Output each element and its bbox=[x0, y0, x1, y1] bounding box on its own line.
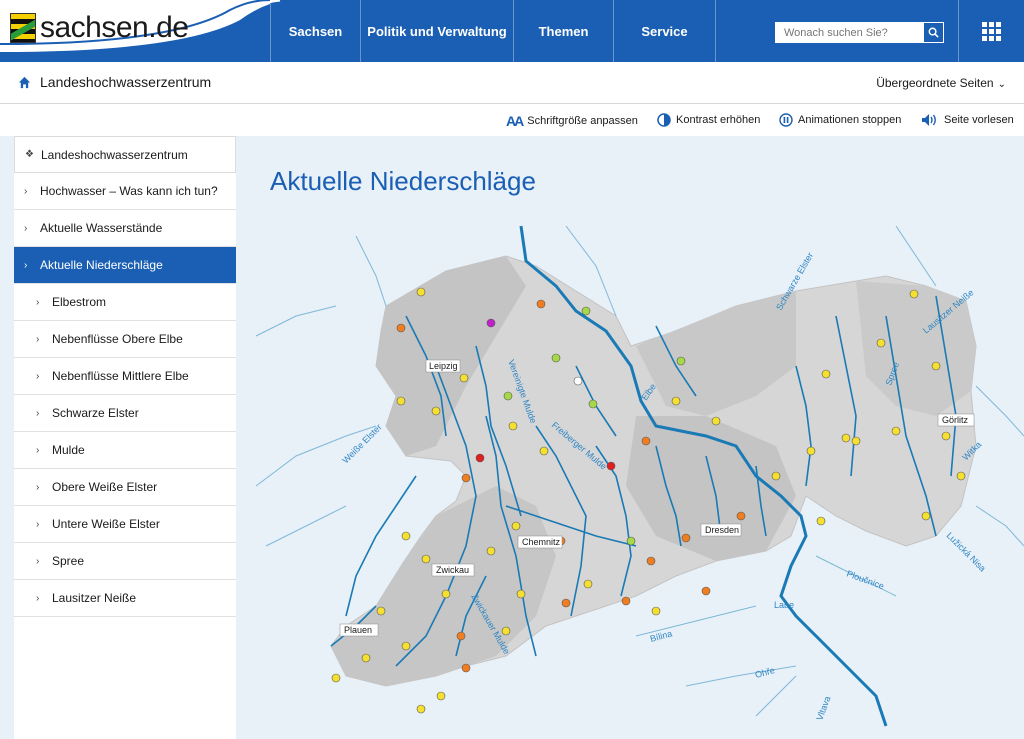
chevron-right-icon: › bbox=[36, 555, 40, 567]
search-input[interactable] bbox=[775, 22, 923, 43]
chevron-right-icon: › bbox=[24, 259, 28, 271]
sidebar-item-mulde[interactable]: › Mulde bbox=[14, 432, 236, 469]
sidebar-item-schwarze-elster[interactable]: › Schwarze Elster bbox=[14, 395, 236, 432]
top-header: sachsen.de Sachsen Politik und Verwaltun… bbox=[0, 0, 1024, 62]
river-label-ohre: Ohře bbox=[754, 665, 776, 680]
chevron-down-icon: ⌄ bbox=[997, 79, 1006, 90]
accessibility-tools: AA Schriftgröße anpassen Kontrast erhöhe… bbox=[0, 104, 1024, 136]
sidebar-item-label: Obere Weiße Elster bbox=[52, 480, 158, 494]
contrast-icon bbox=[657, 113, 671, 127]
river-label-ploucnice: Ploučnice bbox=[845, 568, 885, 591]
main-nav: Sachsen Politik und Verwaltung Themen Se… bbox=[270, 0, 716, 62]
sachsen-logo[interactable]: sachsen.de bbox=[10, 10, 189, 46]
river-label-labe: Labe bbox=[774, 600, 794, 610]
sidebar-item-spree[interactable]: › Spree bbox=[14, 543, 236, 580]
city-label-goerlitz: Görlitz bbox=[942, 415, 969, 425]
city-label-dresden: Dresden bbox=[705, 525, 739, 535]
sidebar-item-label: Elbestrom bbox=[52, 295, 107, 309]
sidebar-item-lausitzer-neisse[interactable]: › Lausitzer Neiße bbox=[14, 580, 236, 617]
city-label-zwickau: Zwickau bbox=[436, 565, 469, 575]
precipitation-map[interactable]: Elbe Labe Weiße Elster Zwickauer Mulde F… bbox=[236, 216, 1024, 739]
sidebar-item-nebenfluesse-obere-elbe[interactable]: › Nebenflüsse Obere Elbe bbox=[14, 321, 236, 358]
breadcrumb-bar: Landeshochwasserzentrum Übergeordnete Se… bbox=[0, 62, 1024, 104]
chevron-right-icon: › bbox=[36, 592, 40, 604]
chevron-right-icon: › bbox=[36, 333, 40, 345]
animations-label: Animationen stoppen bbox=[798, 114, 902, 126]
sidebar-item-niederschlaege[interactable]: › Aktuelle Niederschläge bbox=[14, 247, 236, 284]
app-grid-button[interactable] bbox=[958, 0, 1024, 62]
saxony-crest-icon bbox=[10, 13, 36, 43]
chevron-right-icon: › bbox=[36, 481, 40, 493]
nav-themen[interactable]: Themen bbox=[513, 0, 613, 62]
font-size-icon: AA bbox=[506, 113, 524, 129]
read-aloud-button[interactable]: Seite vorlesen bbox=[921, 113, 1014, 127]
search-button[interactable] bbox=[923, 22, 944, 43]
chevron-right-icon: › bbox=[36, 296, 40, 308]
font-size-label: Schriftgröße anpassen bbox=[527, 115, 638, 127]
contrast-label: Kontrast erhöhen bbox=[676, 114, 761, 126]
sidebar-item-landeshochwasserzentrum[interactable]: ❖ Landeshochwasserzentrum bbox=[14, 136, 236, 173]
river-label-bilina: Bílina bbox=[649, 628, 673, 643]
sidebar-item-label: Lausitzer Neiße bbox=[52, 591, 137, 605]
sidebar-item-label: Untere Weiße Elster bbox=[52, 517, 160, 531]
chevron-right-icon: › bbox=[36, 518, 40, 530]
main-area: ❖ Landeshochwasserzentrum › Hochwasser –… bbox=[0, 136, 1024, 739]
logo-text: sachsen.de bbox=[40, 11, 189, 44]
city-label-plauen: Plauen bbox=[344, 625, 372, 635]
chevron-right-icon: › bbox=[36, 444, 40, 456]
sidebar-item-label: Nebenflüsse Mittlere Elbe bbox=[52, 369, 189, 383]
search-icon bbox=[928, 27, 939, 38]
diamond-icon: ❖ bbox=[25, 149, 34, 160]
sidebar-item-label: Hochwasser – Was kann ich tun? bbox=[40, 184, 218, 198]
sidebar-item-label: Spree bbox=[52, 554, 85, 568]
nav-sachsen[interactable]: Sachsen bbox=[270, 0, 360, 62]
sidebar-item-untere-weisse-elster[interactable]: › Untere Weiße Elster bbox=[14, 506, 236, 543]
sidebar: ❖ Landeshochwasserzentrum › Hochwasser –… bbox=[14, 136, 236, 739]
breadcrumb-title[interactable]: Landeshochwasserzentrum bbox=[40, 74, 211, 90]
sidebar-item-label: Aktuelle Wasserstände bbox=[40, 221, 163, 235]
city-label-chemnitz: Chemnitz bbox=[522, 537, 561, 547]
sidebar-item-label: Mulde bbox=[52, 443, 85, 457]
read-aloud-label: Seite vorlesen bbox=[944, 114, 1014, 126]
home-icon[interactable] bbox=[18, 76, 31, 89]
sidebar-item-elbestrom[interactable]: › Elbestrom bbox=[14, 284, 236, 321]
sidebar-item-hochwasser[interactable]: › Hochwasser – Was kann ich tun? bbox=[14, 173, 236, 210]
nav-service[interactable]: Service bbox=[613, 0, 715, 62]
search-box bbox=[775, 22, 945, 43]
sidebar-item-wasserstaende[interactable]: › Aktuelle Wasserstände bbox=[14, 210, 236, 247]
parent-pages-dropdown[interactable]: Übergeordnete Seiten ⌄ bbox=[876, 76, 1006, 90]
chevron-right-icon: › bbox=[24, 222, 28, 234]
nav-politik-und-verwaltung[interactable]: Politik und Verwaltung bbox=[360, 0, 513, 62]
river-label-weisse-elster: Weiße Elster bbox=[340, 422, 383, 465]
sidebar-item-label: Aktuelle Niederschläge bbox=[40, 258, 163, 272]
chevron-right-icon: › bbox=[36, 370, 40, 382]
grid-icon bbox=[982, 21, 1001, 41]
sidebar-item-obere-weisse-elster[interactable]: › Obere Weiße Elster bbox=[14, 469, 236, 506]
river-label-vltava: Vltava bbox=[814, 695, 832, 722]
sidebar-item-nebenfluesse-mittlere-elbe[interactable]: › Nebenflüsse Mittlere Elbe bbox=[14, 358, 236, 395]
sidebar-item-label: Landeshochwasserzentrum bbox=[41, 147, 188, 162]
page-title: Aktuelle Niederschläge bbox=[270, 166, 536, 196]
parent-pages-label: Übergeordnete Seiten bbox=[876, 76, 994, 90]
pause-icon bbox=[779, 113, 793, 127]
speaker-icon bbox=[922, 114, 936, 126]
sidebar-item-label: Nebenflüsse Obere Elbe bbox=[52, 332, 183, 346]
font-size-button[interactable]: AA Schriftgröße anpassen bbox=[506, 113, 638, 129]
chevron-right-icon: › bbox=[24, 185, 28, 197]
chevron-right-icon: › bbox=[36, 407, 40, 419]
river-label-luzicka-nisa: Lužická Nisa bbox=[945, 530, 988, 573]
sidebar-item-label: Schwarze Elster bbox=[52, 406, 139, 420]
contrast-button[interactable]: Kontrast erhöhen bbox=[657, 113, 760, 127]
animations-button[interactable]: Animationen stoppen bbox=[779, 113, 901, 127]
city-label-leipzig: Leipzig bbox=[429, 361, 458, 371]
